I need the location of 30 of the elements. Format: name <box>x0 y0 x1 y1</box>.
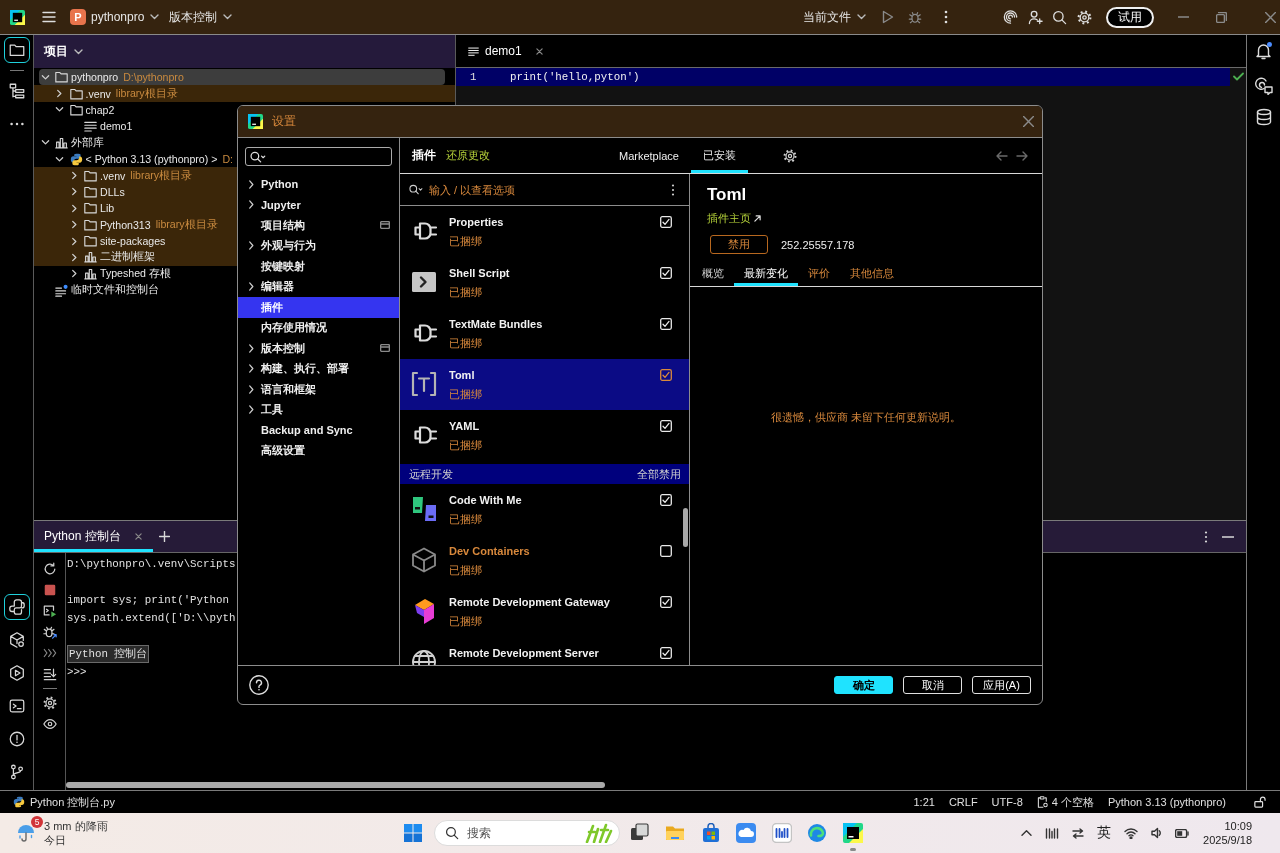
console-banner: Python 控制台 <box>67 645 150 663</box>
plugin-title: Toml <box>707 185 747 205</box>
plugin-status: 已捆绑 <box>449 234 482 248</box>
plugin-status: 已捆绑 <box>449 336 482 350</box>
plugin-status: 已捆绑 <box>449 563 482 577</box>
node-hint: library根目录 <box>130 168 193 183</box>
line-number: 1 <box>470 71 477 83</box>
plugin-status: 已捆绑 <box>449 438 482 452</box>
code-text: print('hello,pyton') <box>510 71 640 83</box>
group-title: 远程开发 <box>409 466 453 482</box>
node-hint: D: <box>222 153 233 166</box>
weather-text: 3 mm 的降雨 <box>44 819 108 833</box>
version-text: 252.25557.178 <box>781 238 855 251</box>
plugins-title: 插件 <box>412 148 436 163</box>
notification-badge: 5 <box>31 816 43 828</box>
node-hint: library根目录 <box>115 86 178 101</box>
console-line: >>> <box>67 665 87 680</box>
node-hint: library根目录 <box>155 217 218 232</box>
project-avatar: P <box>70 9 86 25</box>
dialog-title: 设置 <box>272 113 296 130</box>
console-line: D:\pythonpro\.venv\Scripts <box>67 557 236 572</box>
plugin-status: 已捆绑 <box>449 614 482 628</box>
node-hint: D:\pythonpro <box>123 71 184 84</box>
plugin-status: 已捆绑 <box>449 285 482 299</box>
weather-day: 今日 <box>44 833 108 847</box>
plugin-status: 已捆绑 <box>449 387 482 401</box>
console-line: sys.path.extend(['D:\\pyth <box>67 611 236 626</box>
plugin-status: 已捆绑 <box>449 512 482 526</box>
empty-message: 很遗憾，供应商 未留下任何更新说明。 <box>770 410 962 424</box>
console-line: import sys; print('Python <box>67 593 229 608</box>
